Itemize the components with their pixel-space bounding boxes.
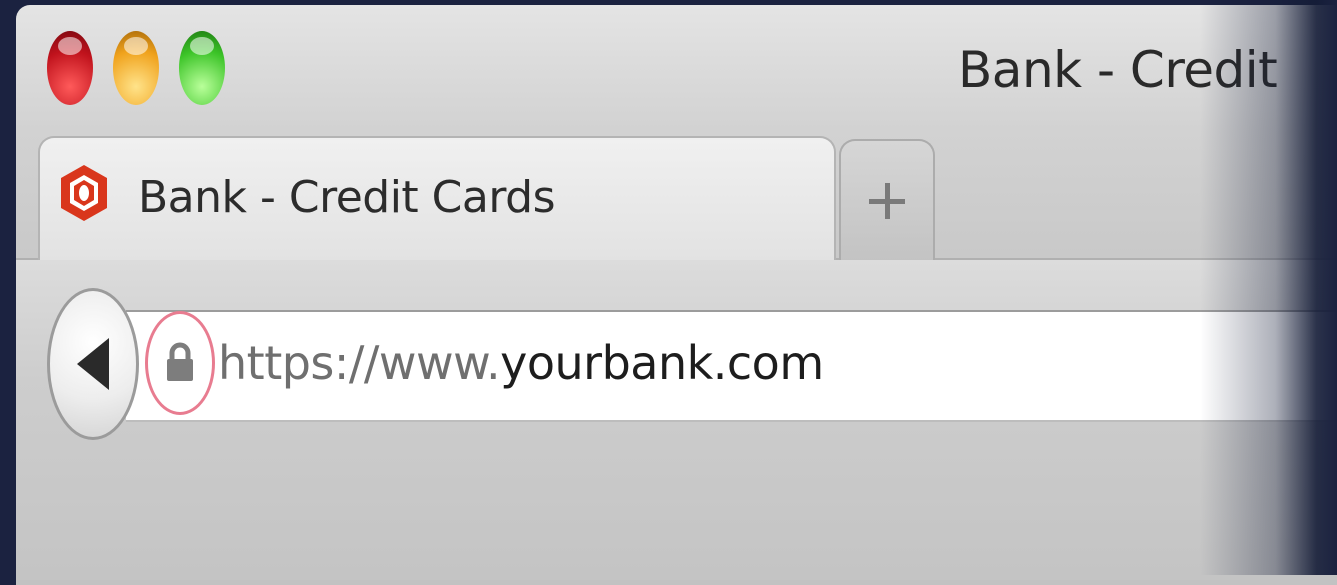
back-button[interactable] (47, 288, 139, 440)
url-prefix: https://www. (218, 336, 501, 390)
lock-icon[interactable] (165, 342, 195, 382)
bank-logo-icon (61, 165, 107, 221)
zoom-window-button[interactable] (179, 31, 225, 105)
tab-bank-credit-cards[interactable]: Bank - Credit Cards (38, 136, 836, 262)
url-domain: yourbank.com (500, 336, 824, 390)
browser-window: Bank - Credit Bank - Credit Cards https:… (16, 5, 1337, 585)
tab-title: Bank - Credit Cards (138, 172, 556, 223)
window-title: Bank - Credit (958, 41, 1278, 99)
plus-icon (869, 183, 905, 219)
url-text[interactable]: https://www.yourbank.com (218, 336, 824, 390)
back-arrow-icon (77, 338, 109, 390)
minimize-window-button[interactable] (113, 31, 159, 105)
new-tab-button[interactable] (839, 139, 935, 261)
navigation-toolbar: https://www.yourbank.com (16, 260, 1337, 580)
close-window-button[interactable] (47, 31, 93, 105)
